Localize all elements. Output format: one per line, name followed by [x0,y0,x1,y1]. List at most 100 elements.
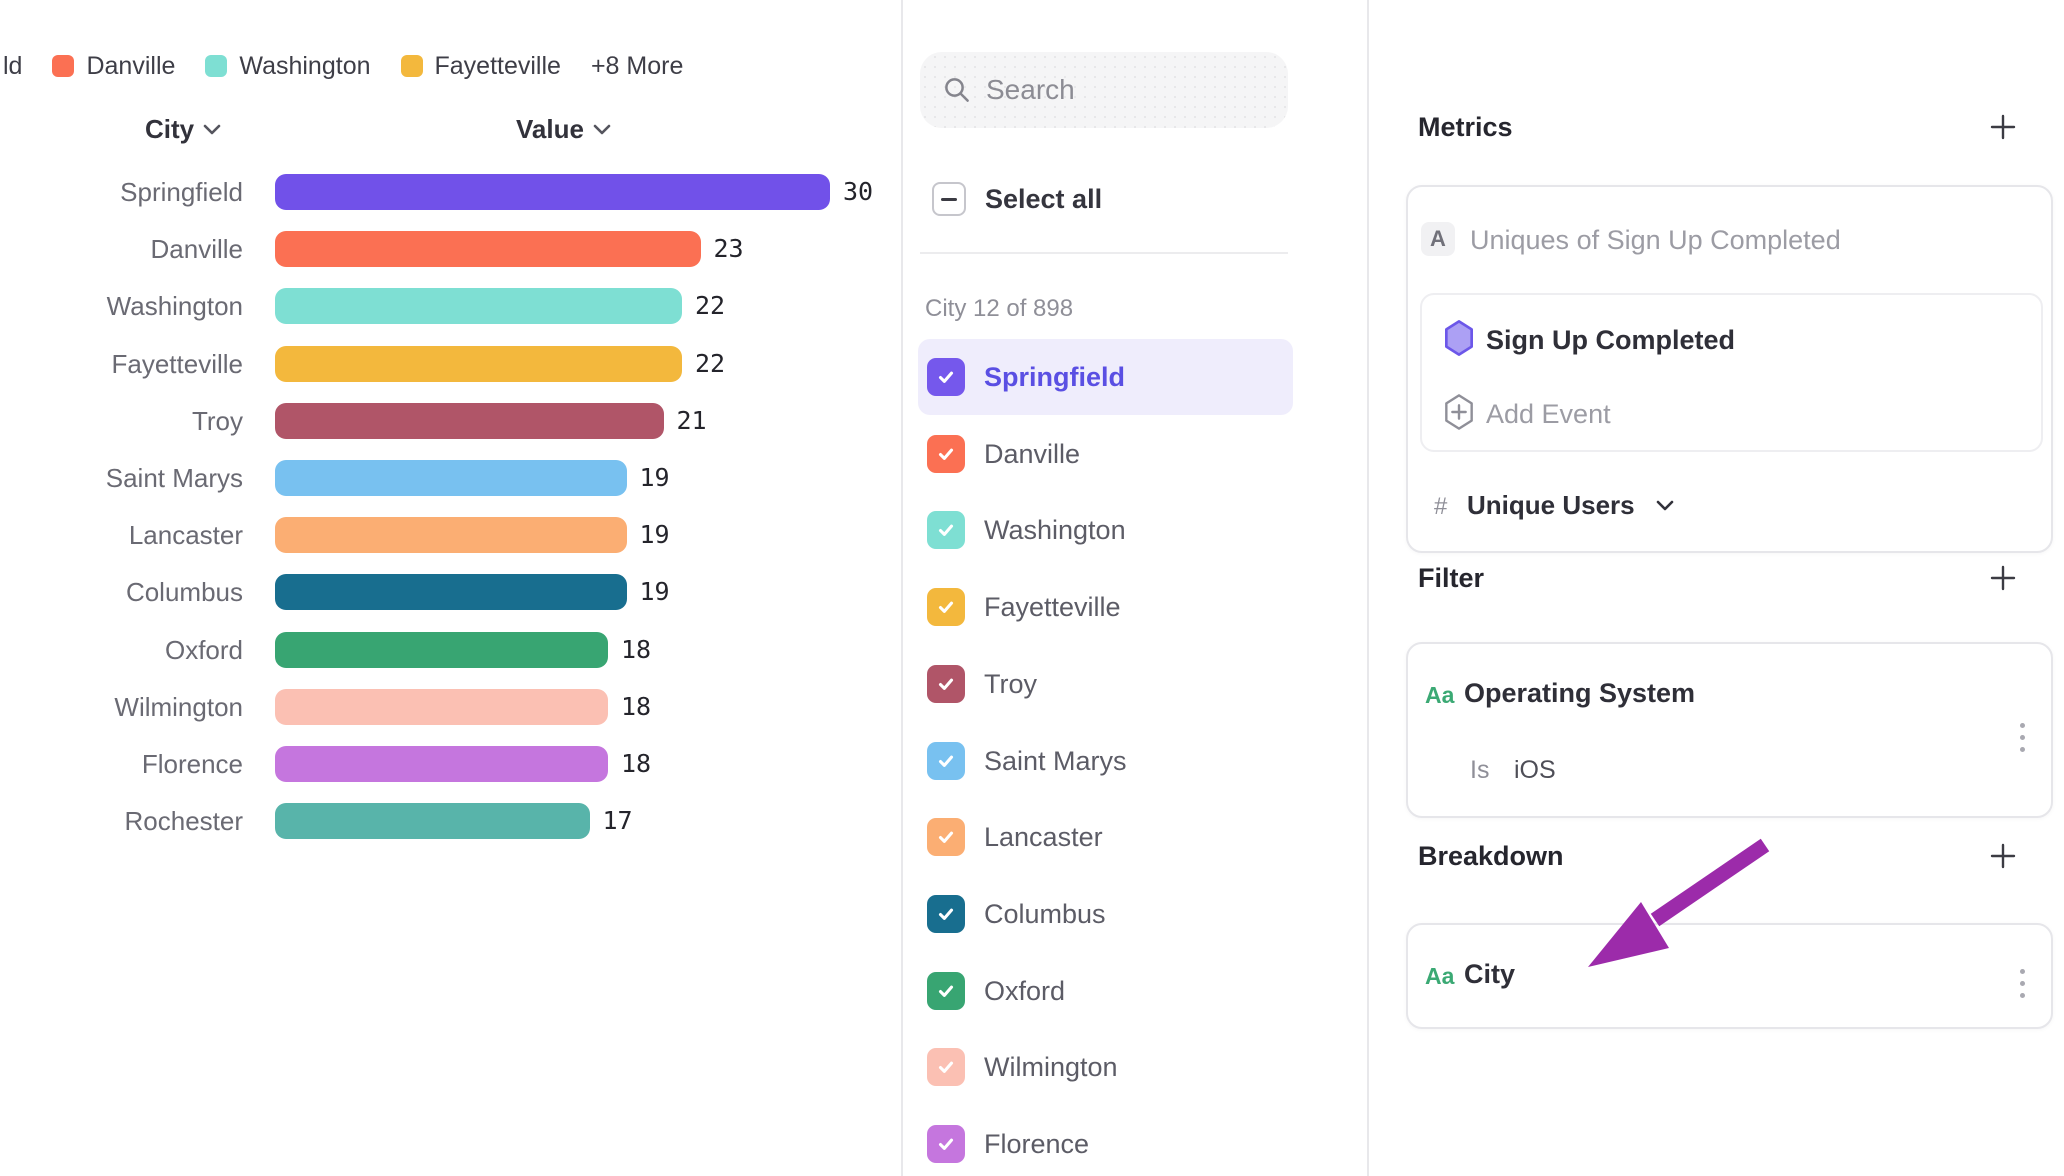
checkmark-icon [935,980,957,1002]
chart-bar-value: 19 [640,517,670,553]
city-list-label[interactable]: Wilmington [984,1050,1118,1084]
city-checkbox[interactable] [927,895,965,933]
filter-card[interactable]: Aa Operating System Is iOS [1406,642,2053,818]
legend-label: Fayetteville [435,52,561,81]
column-header-city[interactable]: City [145,114,221,145]
chart-bar-value: 19 [640,460,670,496]
checkmark-icon [935,519,957,541]
city-checkbox[interactable] [927,818,965,856]
city-selector-panel: Select all City 12 of 898 SpringfieldDan… [901,0,1369,1176]
chart-bar[interactable] [275,346,682,382]
breakdown-section-title: Breakdown [1418,841,1564,872]
kebab-menu-icon[interactable] [2018,969,2026,998]
filter-operator[interactable]: Is [1470,756,1489,785]
event-card: Sign Up Completed Add Event [1420,293,2043,452]
search-icon [942,75,972,105]
legend-label: Danville [86,52,175,81]
legend-more-button[interactable]: +8 More [591,52,683,81]
legend-swatch-icon [401,55,423,77]
filter-value[interactable]: iOS [1514,756,1556,785]
checkmark-icon [935,1133,957,1155]
search-box[interactable] [920,52,1288,128]
chevron-down-icon [593,124,611,136]
checkmark-icon [935,1056,957,1078]
add-metric-button[interactable] [1987,111,2019,143]
city-checkbox[interactable] [927,511,965,549]
city-list-label[interactable]: Washington [984,513,1126,547]
city-checkbox[interactable] [927,435,965,473]
chart-legend: ld Danville Washington Fayetteville +8 More [3,46,683,86]
city-list-label[interactable]: Florence [984,1127,1089,1161]
add-breakdown-button[interactable] [1987,840,2019,872]
chart-bar[interactable] [275,746,608,782]
chart-bar-label: Troy [0,404,243,438]
chart-bar[interactable] [275,803,590,839]
chart-bar-value: 30 [843,174,873,210]
chart-bar-value: 18 [621,632,651,668]
chart-bar-label: Danville [0,232,243,266]
chart-bar-label: Springfield [0,175,243,209]
select-all-checkbox[interactable] [932,182,966,216]
chart-bar[interactable] [275,517,627,553]
chart-bar[interactable] [275,288,682,324]
chart-bar-label: Oxford [0,633,243,667]
checkmark-icon [935,750,957,772]
city-list-label[interactable]: Fayetteville [984,590,1121,624]
city-checkbox[interactable] [927,1125,965,1163]
add-event-label[interactable]: Add Event [1486,399,1611,430]
legend-item[interactable]: Danville [52,52,175,81]
city-list-label[interactable]: Oxford [984,974,1065,1008]
city-checkbox[interactable] [927,742,965,780]
event-hexagon-icon [1443,319,1475,357]
city-list-label[interactable]: Lancaster [984,820,1103,854]
legend-item[interactable]: Fayetteville [401,52,561,81]
metric-card[interactable]: A Uniques of Sign Up Completed Sign Up C… [1406,185,2053,553]
legend-item[interactable]: Washington [205,52,370,81]
measure-selector[interactable]: Unique Users [1467,490,1635,521]
chart-bar-label: Fayetteville [0,347,243,381]
city-checkbox[interactable] [927,588,965,626]
legend-item-truncated[interactable]: ld [3,52,22,81]
chart-bar-label: Columbus [0,575,243,609]
chart-bar[interactable] [275,689,608,725]
chart-bar[interactable] [275,460,627,496]
chart-bar-value: 22 [695,288,725,324]
chart-bar-value: 21 [677,403,707,439]
city-list-label[interactable]: Columbus [984,897,1106,931]
chart-bar[interactable] [275,231,701,267]
city-list-label[interactable]: Danville [984,437,1080,471]
search-input[interactable] [986,74,1256,106]
chart-bar[interactable] [275,174,830,210]
chart-bar-label: Saint Marys [0,461,243,495]
column-header-value[interactable]: Value [516,114,611,145]
chart-bar-value: 19 [640,574,670,610]
bar-chart-panel: ld Danville Washington Fayetteville +8 More… [0,0,901,1176]
city-checkbox[interactable] [927,358,965,396]
inspector-panel: Metrics A Uniques of Sign Up Completed S… [1369,0,2064,1176]
select-all-label[interactable]: Select all [985,183,1102,215]
kebab-menu-icon[interactable] [2018,723,2026,752]
add-event-icon[interactable] [1443,393,1475,431]
indeterminate-mark-icon [941,198,957,201]
city-list-label[interactable]: Springfield [984,360,1125,394]
chart-bar[interactable] [275,403,664,439]
city-list-label[interactable]: Troy [984,667,1037,701]
chart-bar[interactable] [275,574,627,610]
chevron-down-icon[interactable] [1656,500,1674,512]
chart-bar-label: Rochester [0,804,243,838]
city-checkbox[interactable] [927,1048,965,1086]
city-checkbox[interactable] [927,972,965,1010]
legend-swatch-icon [205,55,227,77]
add-filter-button[interactable] [1987,562,2019,594]
column-header-value-label: Value [516,114,584,145]
filter-property[interactable]: Operating System [1464,678,1695,709]
city-checkbox[interactable] [927,665,965,703]
chart-bar[interactable] [275,632,608,668]
event-name[interactable]: Sign Up Completed [1486,325,1735,356]
city-list-label[interactable]: Saint Marys [984,744,1127,778]
measure-hash-prefix: # [1434,493,1447,521]
breakdown-property[interactable]: City [1464,959,1515,990]
chart-bar-value: 22 [695,346,725,382]
checkmark-icon [935,443,957,465]
chart-bar-label: Washington [0,289,243,323]
